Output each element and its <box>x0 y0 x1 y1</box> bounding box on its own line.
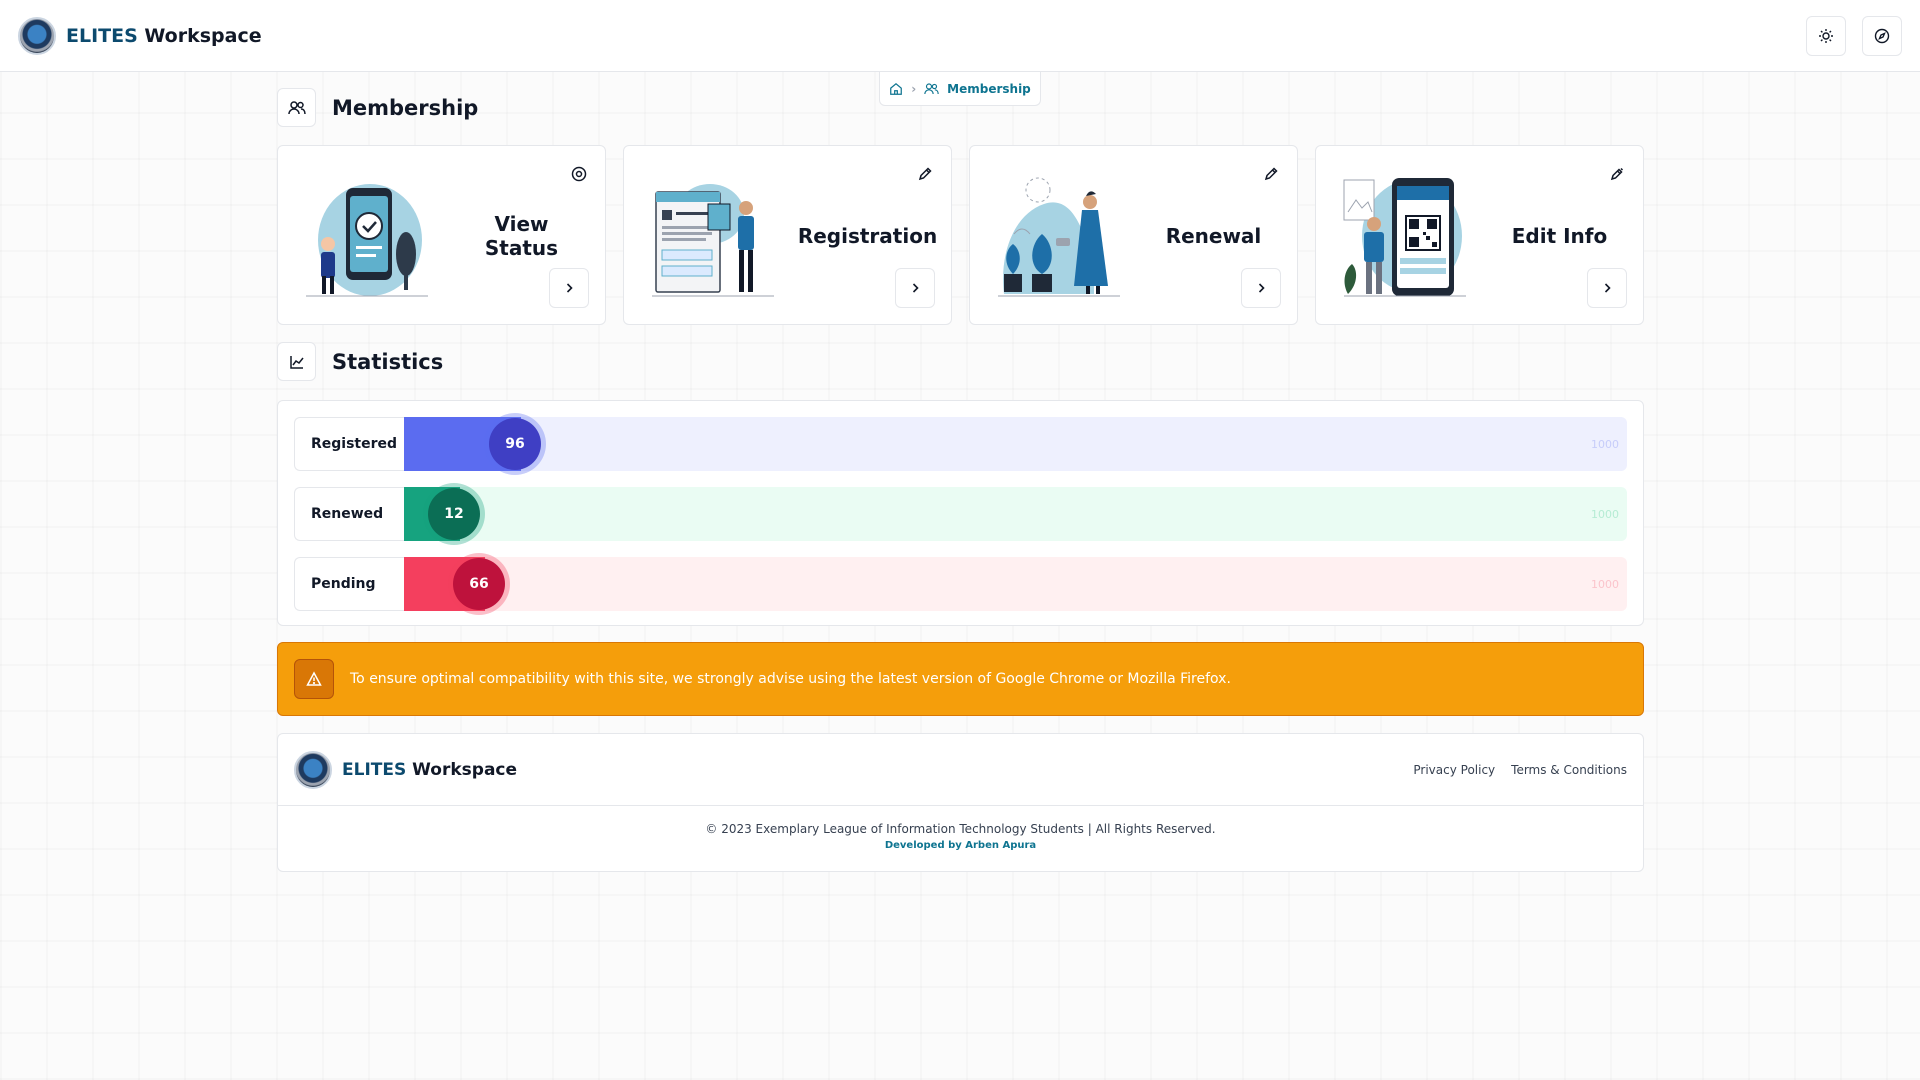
stat-max-label: 1000 <box>1591 577 1619 591</box>
users-icon <box>924 82 939 94</box>
document-form-illustration <box>652 184 774 297</box>
section-icon-box <box>277 88 316 127</box>
statistics-header: Statistics <box>277 342 443 381</box>
membership-cards: View Status Registration Renewal Edit In… <box>277 145 1644 325</box>
chevron-right-icon <box>1604 283 1611 293</box>
top-navbar: ELITES Workspace <box>0 0 1920 72</box>
card-renewal[interactable]: Renewal <box>969 145 1298 325</box>
footer-brand-name: ELITES Workspace <box>342 760 517 780</box>
brand-primary: ELITES <box>342 759 407 780</box>
card-open-button[interactable] <box>1587 268 1627 308</box>
section-title: Statistics <box>332 349 444 374</box>
chevron-right-icon <box>566 283 573 293</box>
card-open-button[interactable] <box>895 268 935 308</box>
brand[interactable]: ELITES Workspace <box>18 16 262 55</box>
statistics-panel: Registered 96 1000 Renewed 12 1000 Pendi… <box>277 400 1644 626</box>
stat-row-registered: Registered 96 1000 <box>294 417 1627 471</box>
warning-icon-box <box>294 659 334 699</box>
stat-max-label: 1000 <box>1591 437 1619 451</box>
stat-value-badge: 96 <box>489 418 541 470</box>
brand-secondary: Workspace <box>412 759 518 780</box>
chevron-right-icon: › <box>911 81 917 96</box>
target-icon <box>571 166 587 182</box>
pen-icon <box>1610 167 1624 181</box>
card-edit-info[interactable]: Edit Info <box>1315 145 1644 325</box>
stat-track: 66 1000 <box>404 557 1627 611</box>
breadcrumb: › Membership <box>879 72 1041 106</box>
compass-icon <box>1874 28 1890 43</box>
chart-icon <box>289 355 304 369</box>
theme-toggle-button[interactable] <box>1806 15 1846 56</box>
card-registration[interactable]: Registration <box>623 145 952 325</box>
developer-credit[interactable]: Developed by Arben Apura <box>278 840 1643 851</box>
membership-header: Membership <box>277 88 478 127</box>
explore-button[interactable] <box>1862 15 1902 56</box>
footer-links: Privacy Policy Terms & Conditions <box>1413 763 1627 777</box>
stat-row-renewed: Renewed 12 1000 <box>294 487 1627 541</box>
terms-conditions-link[interactable]: Terms & Conditions <box>1511 763 1627 777</box>
breadcrumb-current[interactable]: Membership <box>947 82 1031 96</box>
pencil-icon <box>918 167 932 181</box>
card-open-button[interactable] <box>549 268 589 308</box>
section-icon-box <box>277 342 316 381</box>
brand-secondary: Workspace <box>144 24 262 47</box>
stat-label: Renewed <box>294 487 404 541</box>
brand-name: ELITES Workspace <box>66 25 262 47</box>
sun-icon <box>1819 28 1833 43</box>
stat-max-label: 1000 <box>1591 507 1619 521</box>
alert-message: To ensure optimal compatibility with thi… <box>350 671 1231 687</box>
elites-logo <box>18 16 56 55</box>
stat-row-pending: Pending 66 1000 <box>294 557 1627 611</box>
users-icon <box>287 100 306 114</box>
brand-primary: ELITES <box>66 24 138 47</box>
browser-compatibility-alert: To ensure optimal compatibility with thi… <box>277 642 1644 716</box>
card-view-status[interactable]: View Status <box>277 145 606 325</box>
privacy-policy-link[interactable]: Privacy Policy <box>1413 763 1495 777</box>
stat-value-badge: 66 <box>453 558 505 610</box>
stat-track: 96 1000 <box>404 417 1627 471</box>
stat-label: Pending <box>294 557 404 611</box>
section-title: Membership <box>332 95 479 120</box>
stat-value-badge: 12 <box>428 488 480 540</box>
copyright-text: © 2023 Exemplary League of Information T… <box>705 822 1216 836</box>
stat-track: 12 1000 <box>404 487 1627 541</box>
warning-icon <box>306 671 322 686</box>
footer-brand[interactable]: ELITES Workspace <box>294 750 517 789</box>
elites-logo <box>294 750 332 789</box>
footer: ELITES Workspace Privacy Policy Terms & … <box>277 733 1644 872</box>
card-open-button[interactable] <box>1241 268 1281 308</box>
watering-plants-illustration <box>998 177 1120 297</box>
phone-check-illustration <box>306 184 428 297</box>
pencil-icon <box>1264 167 1278 181</box>
chevron-right-icon <box>1258 283 1265 293</box>
qr-phone-illustration <box>1343 178 1466 297</box>
chevron-right-icon <box>912 283 919 293</box>
stat-label: Registered <box>294 417 404 471</box>
home-icon[interactable] <box>889 82 903 96</box>
